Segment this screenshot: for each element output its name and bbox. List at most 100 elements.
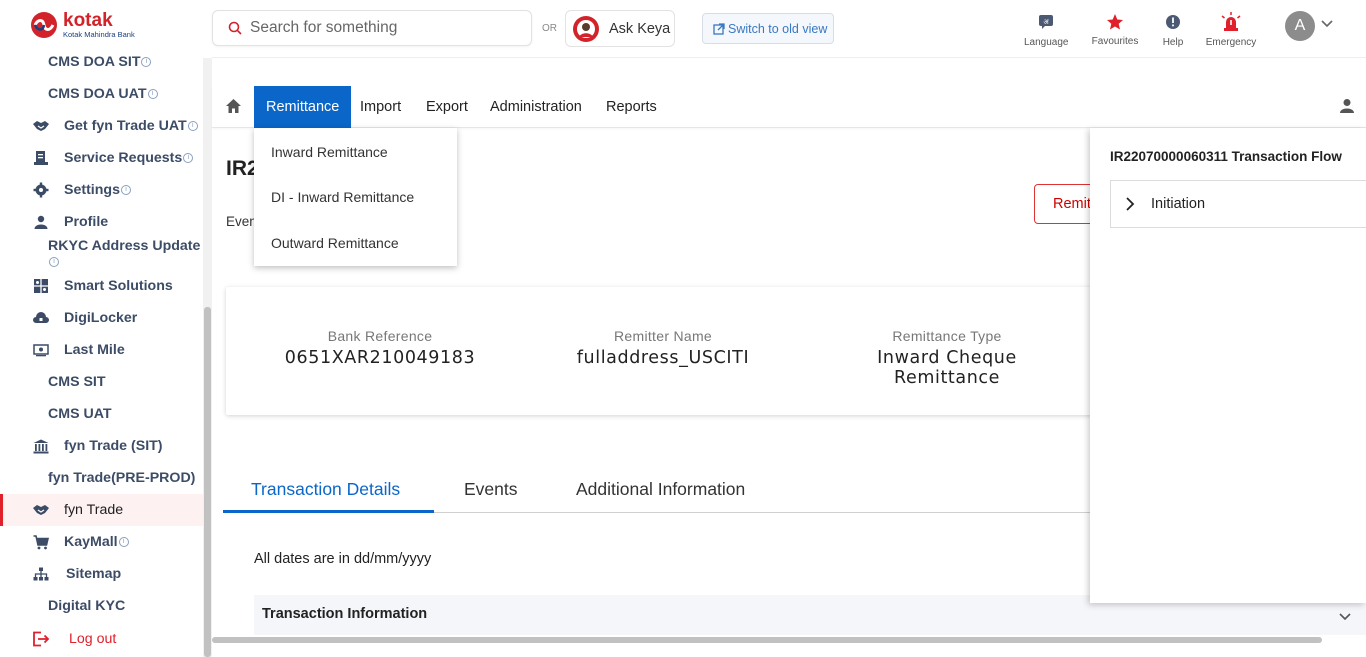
sidebar-item-label: Smart Solutions (64, 278, 173, 294)
sidebar-item-last-mile[interactable]: Last Mile (0, 334, 203, 366)
sidebar-item-label: fyn Trade (64, 502, 124, 518)
chevron-down-icon[interactable] (1338, 610, 1352, 624)
sidebar-item-cms-uat[interactable]: CMS UAT (0, 398, 203, 430)
nav-reports[interactable]: Reports (606, 86, 657, 128)
nav-export[interactable]: Export (426, 86, 468, 128)
gear-icon (32, 181, 50, 199)
sitemap-icon (32, 565, 50, 583)
user-avatar[interactable]: A (1285, 11, 1315, 41)
external-link-icon (713, 22, 725, 35)
sidebar-item-label: Service Requests i (64, 150, 194, 166)
sidebar-item-label: fyn Trade (SIT) (64, 438, 163, 454)
search-input[interactable] (250, 19, 520, 37)
sidebar-item-digital-kyc[interactable]: Digital KYC (0, 590, 203, 622)
sidebar-item-log-out[interactable]: Log out (0, 623, 203, 655)
menu-item-outward-remittance[interactable]: Outward Remittance (271, 235, 399, 251)
sidebar-item-fyn-trade-sit[interactable]: fyn Trade (SIT) (0, 430, 203, 462)
tab-additional-information[interactable]: Additional Information (576, 479, 745, 500)
sidebar-item-sitemap[interactable]: Sitemap (0, 558, 203, 590)
tab-transaction-details[interactable]: Transaction Details (251, 479, 400, 500)
sidebar-item-rkyc-address-update[interactable]: RKYC Address Updatei (0, 238, 203, 270)
emergency-button[interactable]: Emergency (1205, 12, 1257, 48)
sidebar-item-cms-doa-uat[interactable]: CMS DOA UAT i (0, 78, 203, 110)
summary-card: Bank Reference 0651XAR210049183 Remitter… (226, 287, 1106, 415)
nav-administration[interactable]: Administration (490, 86, 582, 128)
sidebar-item-digilocker[interactable]: DigiLocker (0, 302, 203, 334)
sidebar-item-label: Get fyn Trade UAT i (64, 118, 198, 134)
flow-step-initiation[interactable]: Initiation (1110, 180, 1366, 228)
help-button[interactable]: Help (1158, 12, 1188, 48)
keya-avatar-icon (573, 15, 599, 42)
sidebar-item-service-requests[interactable]: Service Requests i (0, 142, 203, 174)
sidebar-item-cms-sit[interactable]: CMS SIT (0, 366, 203, 398)
person-icon[interactable] (1340, 98, 1354, 114)
remitter-name-field: Remitter Name fulladdress_USCITI (558, 328, 768, 368)
info-icon[interactable]: i (118, 537, 129, 548)
sidebar-item-label: Last Mile (64, 342, 125, 358)
language-button[interactable]: अ Language (1024, 12, 1069, 48)
logo-subtitle: Kotak Mahindra Bank (63, 30, 135, 39)
sidebar-item-cms-doa-sit[interactable]: CMS DOA SIT i (0, 46, 203, 78)
sidebar-item-fyn-trade-pre-prod[interactable]: fyn Trade(PRE-PROD) (0, 462, 203, 494)
kotak-logo[interactable]: kotak Kotak Mahindra Bank (27, 11, 135, 39)
sidebar-item-smart-solutions[interactable]: Smart Solutions (0, 270, 203, 302)
sidebar-item-kaymall[interactable]: KayMall i (0, 526, 203, 558)
sidebar-item-get-fyn-trade-uat[interactable]: Get fyn Trade UAT i (0, 110, 203, 142)
remitter-name-label: Remitter Name (613, 328, 713, 344)
sidebar-item-label: RKYC Address Updatei (48, 238, 201, 268)
svg-text:अ: अ (1043, 18, 1049, 26)
bank-reference-field: Bank Reference 0651XAR210049183 (270, 328, 490, 368)
ask-keya-button[interactable]: Ask Keya (565, 10, 675, 47)
favourites-button[interactable]: Favourites (1091, 12, 1139, 47)
sidebar-item-settings[interactable]: Settings i (0, 174, 203, 206)
logout-icon (32, 630, 50, 648)
flow-panel-title: IR22070000060311 Transaction Flow (1110, 149, 1342, 164)
sidebar-item-label: Profile (64, 214, 109, 230)
sidebar-item-label: KayMall i (64, 534, 129, 550)
language-icon: अ (1039, 15, 1053, 29)
info-icon[interactable]: i (49, 257, 59, 268)
sidebar-item-fyn-trade[interactable]: fyn Trade (0, 494, 203, 526)
info-icon[interactable]: i (120, 185, 131, 196)
nav-remittance[interactable]: Remittance (254, 86, 352, 128)
cloud-lock-icon (32, 309, 50, 327)
global-search[interactable] (212, 10, 532, 46)
menu-item-di-inward-remittance[interactable]: DI - Inward Remittance (271, 189, 414, 205)
switch-old-view-label: Switch to old view (728, 21, 828, 36)
nav-import[interactable]: Import (360, 86, 401, 128)
ask-keya-label: Ask Keya (609, 20, 671, 37)
remittance-type-value: Inward Cheque Remittance (877, 348, 1017, 388)
sidebar-item-label: fyn Trade(PRE-PROD) (48, 470, 196, 486)
info-icon[interactable]: i (187, 121, 198, 132)
flow-step-label: Initiation (1151, 196, 1206, 212)
info-icon[interactable]: i (147, 89, 158, 100)
chevron-right-icon (1126, 197, 1135, 211)
kotak-logo-icon (31, 12, 57, 38)
handshake-icon (32, 501, 50, 519)
bank-icon (32, 437, 50, 455)
sidebar-item-label: CMS DOA SIT i (48, 54, 152, 70)
sidebar-item-label: CMS UAT (48, 406, 112, 422)
sidebar-scrollbar-thumb[interactable] (204, 307, 211, 657)
info-icon[interactable]: i (183, 153, 194, 164)
active-tab-indicator (223, 510, 434, 513)
sidebar-item-label: CMS SIT (48, 374, 106, 390)
chevron-down-icon[interactable] (1320, 17, 1334, 31)
emergency-label: Emergency (1205, 37, 1257, 48)
switch-old-view-button[interactable]: Switch to old view (702, 13, 834, 44)
detail-tabs: Transaction Details Events Additional In… (223, 462, 1093, 513)
alarm-icon (1221, 12, 1241, 31)
help-label: Help (1162, 37, 1184, 48)
star-icon (1107, 14, 1123, 30)
sidebar-item-profile[interactable]: Profile (0, 206, 203, 238)
info-icon[interactable]: i (141, 57, 152, 68)
person-icon (32, 213, 50, 231)
home-icon[interactable] (225, 98, 242, 114)
tab-events[interactable]: Events (464, 479, 518, 500)
events-label: Even (226, 214, 257, 229)
sidebar-item-label: Digital KYC (48, 598, 126, 614)
or-separator: OR (542, 23, 557, 34)
language-label: Language (1024, 37, 1069, 48)
horizontal-scrollbar[interactable] (212, 637, 1322, 643)
menu-item-inward-remittance[interactable]: Inward Remittance (271, 144, 388, 160)
